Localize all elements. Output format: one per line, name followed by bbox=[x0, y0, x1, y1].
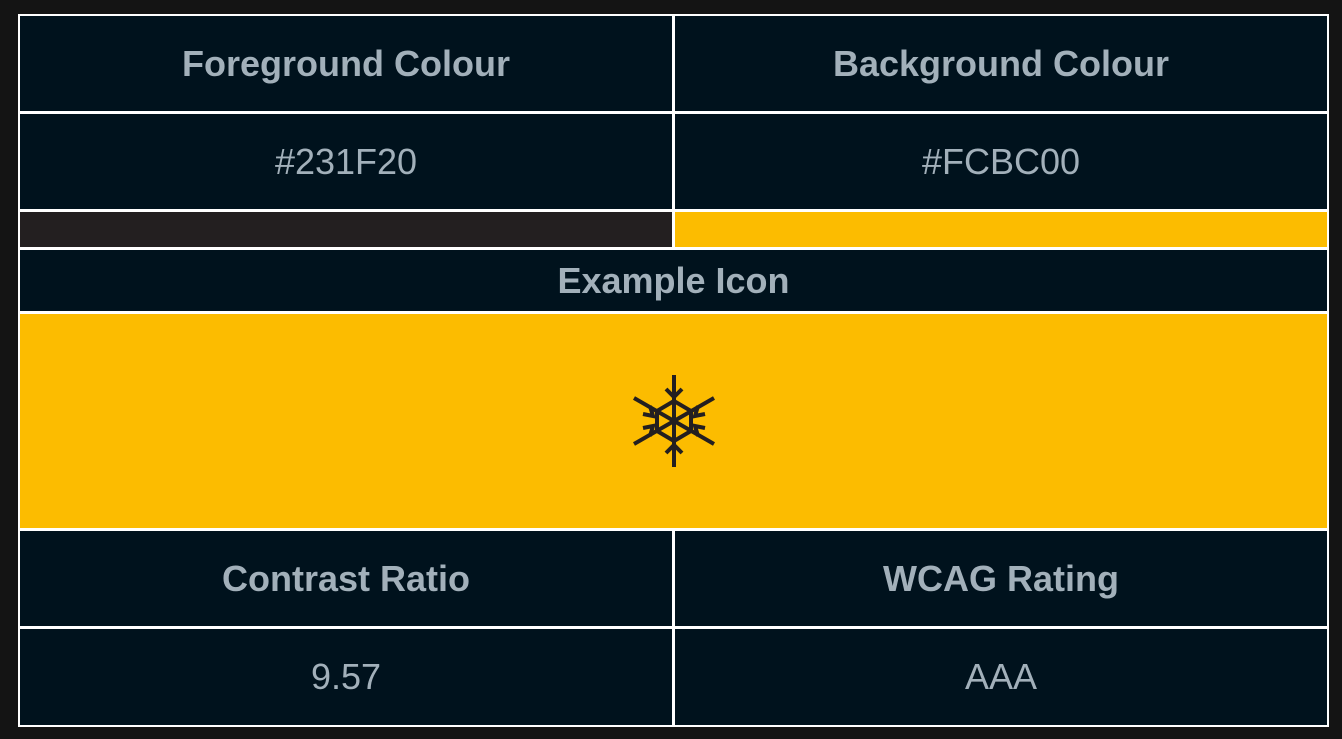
background-colour-swatch bbox=[675, 212, 1327, 247]
foreground-colour-swatch bbox=[20, 212, 672, 247]
foreground-colour-value: #231F20 bbox=[20, 114, 672, 209]
wcag-rating-header: WCAG Rating bbox=[675, 531, 1327, 626]
contrast-ratio-header: Contrast Ratio bbox=[20, 531, 672, 626]
snowflake-icon bbox=[629, 373, 719, 469]
background-colour-value: #FCBC00 bbox=[675, 114, 1327, 209]
background-colour-header: Background Colour bbox=[675, 16, 1327, 111]
example-icon-header: Example Icon bbox=[20, 250, 1327, 311]
foreground-colour-header: Foreground Colour bbox=[20, 16, 672, 111]
wcag-rating-value: AAA bbox=[675, 629, 1327, 725]
contrast-ratio-value: 9.57 bbox=[20, 629, 672, 725]
example-icon-preview bbox=[20, 314, 1327, 528]
color-contrast-table: Foreground Colour Background Colour #231… bbox=[18, 14, 1329, 727]
